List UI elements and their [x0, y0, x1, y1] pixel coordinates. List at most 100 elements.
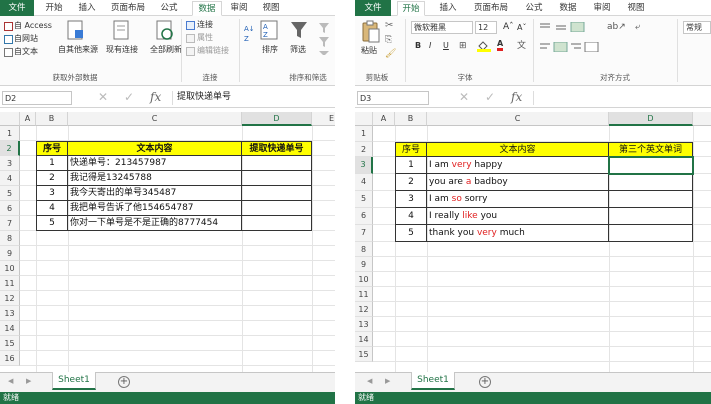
tab-review[interactable]: 审阅	[226, 1, 252, 16]
column-header-b[interactable]: B	[36, 112, 68, 126]
table-cell-text[interactable]: 快递单号：213457987	[68, 156, 242, 171]
tab-formulas[interactable]: 公式	[156, 1, 182, 16]
font-color-button[interactable]: A	[497, 39, 504, 51]
from-text-button[interactable]: 自文本	[14, 47, 38, 57]
enter-icon[interactable]: ✓	[485, 90, 495, 104]
column-header-a[interactable]: A	[373, 112, 395, 126]
row-header[interactable]: 6	[355, 208, 373, 225]
font-size-select[interactable]: 12	[475, 21, 497, 34]
row-header[interactable]: 9	[355, 257, 373, 272]
tab-file[interactable]: 文件	[355, 0, 391, 16]
table-cell-result[interactable]	[242, 156, 312, 171]
tab-review[interactable]: 审阅	[589, 1, 615, 16]
row-header[interactable]: 9	[0, 246, 20, 261]
refresh-all-button[interactable]: 全部刷新	[150, 45, 182, 55]
filter-button[interactable]: 筛选	[290, 45, 306, 55]
table-cell-result[interactable]	[609, 225, 693, 242]
row-header[interactable]: 7	[0, 216, 20, 231]
orientation-icon[interactable]: ab↗	[607, 22, 626, 32]
table-cell-result[interactable]	[609, 174, 693, 191]
table-cell-text[interactable]: 我记得是13245788	[68, 171, 242, 186]
properties-button[interactable]: 属性	[197, 33, 213, 43]
connections-button[interactable]: 连接	[197, 20, 213, 30]
add-sheet-icon[interactable]: +	[118, 376, 130, 388]
row-header[interactable]: 12	[355, 302, 373, 317]
grow-font-icon[interactable]: Aˆ	[503, 22, 514, 32]
row-header[interactable]: 5	[0, 186, 20, 201]
table-cell-index[interactable]: 1	[395, 157, 427, 174]
row-header[interactable]: 6	[0, 201, 20, 216]
font-name-select[interactable]: 微软雅黑	[411, 21, 473, 34]
row-header[interactable]: 4	[355, 174, 373, 191]
select-all-corner[interactable]	[355, 112, 373, 126]
vertical-align-icons[interactable]	[539, 22, 585, 32]
number-format-select[interactable]: 常规	[683, 21, 711, 34]
column-header-b[interactable]: B	[395, 112, 427, 126]
table-cell-result[interactable]	[242, 216, 312, 231]
row-header[interactable]: 15	[0, 336, 20, 351]
column-header-e[interactable]: E	[312, 112, 335, 126]
tab-insert[interactable]: 插入	[435, 1, 461, 16]
row-header[interactable]: 3	[0, 156, 20, 171]
row-header[interactable]: 2	[355, 142, 373, 157]
header-cell-text[interactable]: 文本内容	[427, 142, 609, 157]
header-cell-third-word[interactable]: 第三个英文单词	[609, 142, 693, 157]
wrap-text-icon[interactable]: ⤶	[635, 22, 640, 32]
table-cell-text[interactable]: I am very happy	[427, 157, 609, 174]
from-access-button[interactable]: 自 Access	[14, 21, 52, 31]
row-header[interactable]: 5	[355, 191, 373, 208]
row-header[interactable]: 14	[0, 321, 20, 336]
row-header[interactable]: 1	[0, 126, 20, 141]
row-header[interactable]: 10	[0, 261, 20, 276]
tab-file[interactable]: 文件	[0, 0, 34, 16]
tab-data[interactable]: 数据	[192, 1, 222, 16]
bold-button[interactable]: B	[415, 41, 421, 51]
row-header[interactable]: 11	[355, 287, 373, 302]
tab-view[interactable]: 视图	[258, 1, 284, 16]
tab-home[interactable]: 开始	[397, 1, 425, 16]
table-cell-result[interactable]	[242, 201, 312, 216]
table-cell-text[interactable]: you are a badboy	[427, 174, 609, 191]
sort-button[interactable]: 排序	[262, 45, 278, 55]
sheet-tab-sheet1[interactable]: Sheet1	[411, 372, 455, 390]
table-cell-result[interactable]	[242, 171, 312, 186]
tab-page-layout[interactable]: 页面布局	[469, 1, 513, 16]
row-header[interactable]: 12	[0, 291, 20, 306]
other-sources-button[interactable]: 自其他来源	[58, 45, 98, 55]
row-header[interactable]: 8	[0, 231, 20, 246]
edit-links-button[interactable]: 编辑链接	[197, 46, 229, 56]
table-cell-index[interactable]: 4	[36, 201, 68, 216]
add-sheet-icon[interactable]: +	[479, 376, 491, 388]
header-cell-extract[interactable]: 提取快递单号	[242, 141, 312, 156]
row-header[interactable]: 16	[0, 351, 20, 366]
scroll-left-icon[interactable]: ◀	[8, 377, 13, 385]
insert-function-icon[interactable]: fx	[150, 90, 161, 104]
row-header[interactable]: 10	[355, 272, 373, 287]
from-web-button[interactable]: 自网站	[14, 34, 38, 44]
row-header[interactable]: 4	[0, 171, 20, 186]
row-header[interactable]: 11	[0, 276, 20, 291]
column-header-e[interactable]	[693, 112, 711, 126]
table-cell-index[interactable]: 2	[36, 171, 68, 186]
table-cell-text[interactable]: I really like you	[427, 208, 609, 225]
borders-icon[interactable]: ⊞	[459, 41, 467, 51]
row-header[interactable]: 15	[355, 347, 373, 362]
table-cell-index[interactable]: 3	[36, 186, 68, 201]
column-header-a[interactable]: A	[20, 112, 36, 126]
italic-button[interactable]: I	[429, 41, 431, 51]
column-header-c[interactable]: C	[427, 112, 609, 126]
table-cell-result[interactable]	[242, 186, 312, 201]
tab-formulas[interactable]: 公式	[521, 1, 547, 16]
copy-icon[interactable]: ⎘	[385, 35, 392, 45]
enter-icon[interactable]: ✓	[124, 90, 134, 104]
insert-function-icon[interactable]: fx	[511, 90, 522, 104]
tab-data[interactable]: 数据	[555, 1, 581, 16]
name-box[interactable]: D2	[2, 91, 72, 105]
table-cell-index[interactable]: 2	[395, 174, 427, 191]
table-cell-index[interactable]: 1	[36, 156, 68, 171]
table-cell-text[interactable]: 我今天寄出的单号345487	[68, 186, 242, 201]
table-cell-result[interactable]	[609, 208, 693, 225]
format-painter-icon[interactable]: 🖌	[385, 49, 396, 59]
row-header[interactable]: 3	[355, 157, 373, 174]
sheet-tab-sheet1[interactable]: Sheet1	[52, 372, 96, 390]
